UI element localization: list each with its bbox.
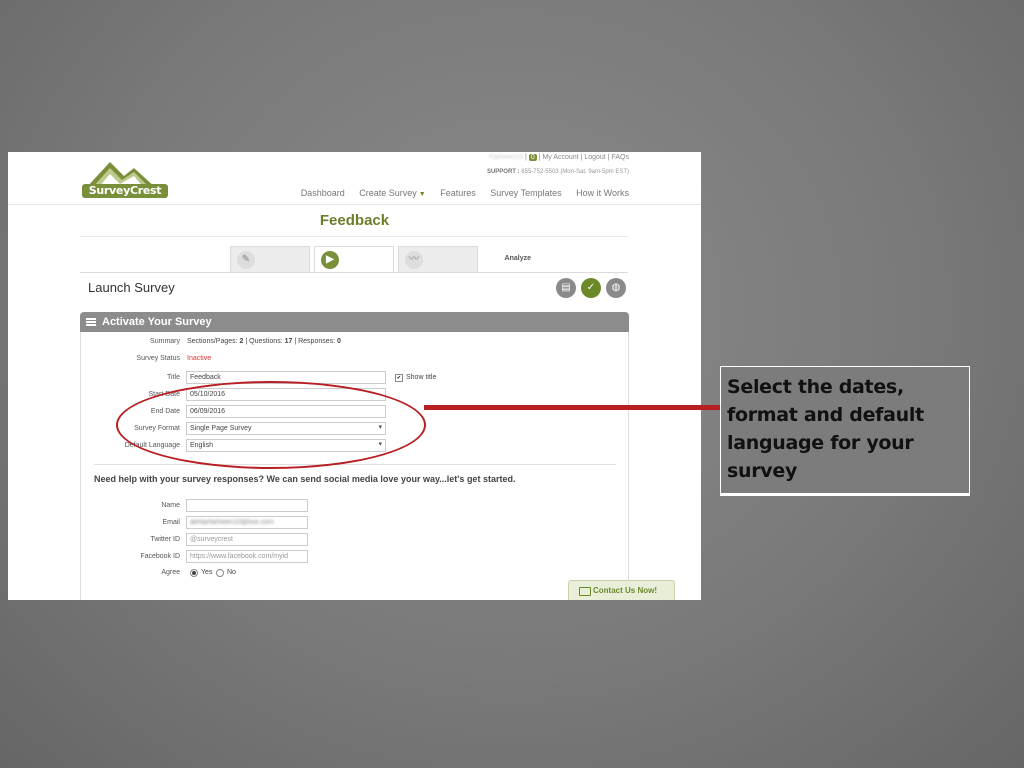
nav-survey-templates[interactable]: Survey Templates [490,188,561,198]
summary-label: Summary [150,338,180,345]
chat-icon [579,587,591,596]
name-input[interactable] [186,499,308,512]
document-check-icon[interactable]: ✓ [581,278,601,298]
section-title: Launch Survey [88,280,175,295]
callout-box: Select the dates, format and default lan… [720,366,970,494]
faqs-link[interactable]: FAQs [611,154,629,161]
brand-name: SurveyCrest [82,184,168,198]
title-label: Title [167,374,180,381]
agree-no-label: No [227,569,236,576]
panel-header: Activate Your Survey [80,312,629,332]
page-title: Feedback [319,212,390,229]
main-nav: Dashboard Create Survey ▼ Features Survey… [289,188,629,198]
browser-screenshot: SurveyCrest Farheen10 | 0 | My Account |… [8,152,701,600]
callout-connector [424,405,720,410]
form-divider [94,464,616,465]
tab-analyze[interactable]: 〰 Analyze [398,246,531,272]
chart-icon: 〰 [405,251,423,269]
play-icon: ▶ [321,251,339,269]
nav-how-it-works[interactable]: How it Works [576,188,629,198]
nav-create-survey[interactable]: Create Survey ▼ [359,188,425,198]
header-divider [8,204,701,205]
agree-no-radio[interactable] [216,569,224,577]
status-label: Survey Status [136,355,180,362]
email-label: Email [162,519,180,526]
tab-launch[interactable]: ▶ Launch [314,246,447,272]
clipboard-icon[interactable]: ▤ [556,278,576,298]
callout-text: Select the dates, format and default lan… [727,376,924,482]
status-badge: Inactive [187,355,212,362]
title-divider [80,236,628,237]
logout-link[interactable]: Logout [584,154,605,161]
nav-dashboard[interactable]: Dashboard [301,188,345,198]
agree-yes-label: Yes [201,569,213,576]
name-label: Name [161,502,180,509]
show-title-label: Show title [406,374,437,381]
username: Farheen10 [489,154,524,161]
globe-icon[interactable]: ◍ [606,278,626,298]
chevron-down-icon: ▼ [418,191,426,198]
email-input[interactable]: akhtarfarheen10@live.com [186,516,308,529]
wrench-icon: ✎ [237,251,255,269]
my-account-link[interactable]: My Account [542,154,578,161]
tab-create[interactable]: ✎ Create [230,246,363,272]
twitter-input[interactable]: @surveycrest [186,533,308,546]
nav-features[interactable]: Features [440,188,476,198]
support-info: SUPPORT : 855-752-5503 (Mon-Sat, 9am-5pm… [486,169,629,175]
show-title-checkbox[interactable]: ✔ [395,374,403,382]
twitter-label: Twitter ID [150,536,180,543]
facebook-input[interactable]: https://www.facebook.com/myid [186,550,308,563]
tab-divider [80,272,628,273]
facebook-label: Facebook ID [140,553,180,560]
utility-links: Farheen10 | 0 | My Account | Logout | FA… [489,154,629,161]
contact-us-button[interactable]: Contact Us Now! [568,580,675,600]
summary-value: Sections/Pages: 2 | Questions: 17 | Resp… [187,338,341,345]
menu-icon [86,318,96,326]
social-help-heading: Need help with your survey responses? We… [94,474,516,484]
notification-badge[interactable]: 0 [528,154,537,161]
agree-yes-radio[interactable] [190,569,198,577]
highlight-ellipse [116,381,426,469]
agree-label: Agree [161,569,180,576]
